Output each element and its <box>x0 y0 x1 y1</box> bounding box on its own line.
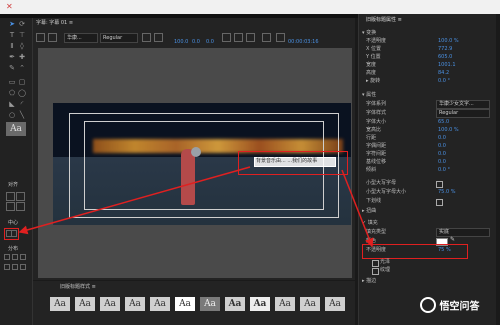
watermark-logo-icon <box>420 297 436 313</box>
watermark: 悟空问答 <box>420 297 498 317</box>
arrow-caption-to-opacity <box>341 169 374 248</box>
annotation-arrows <box>18 166 374 248</box>
watermark-text: 悟空问答 <box>439 301 480 313</box>
arrow-caption-to-align <box>18 166 251 235</box>
